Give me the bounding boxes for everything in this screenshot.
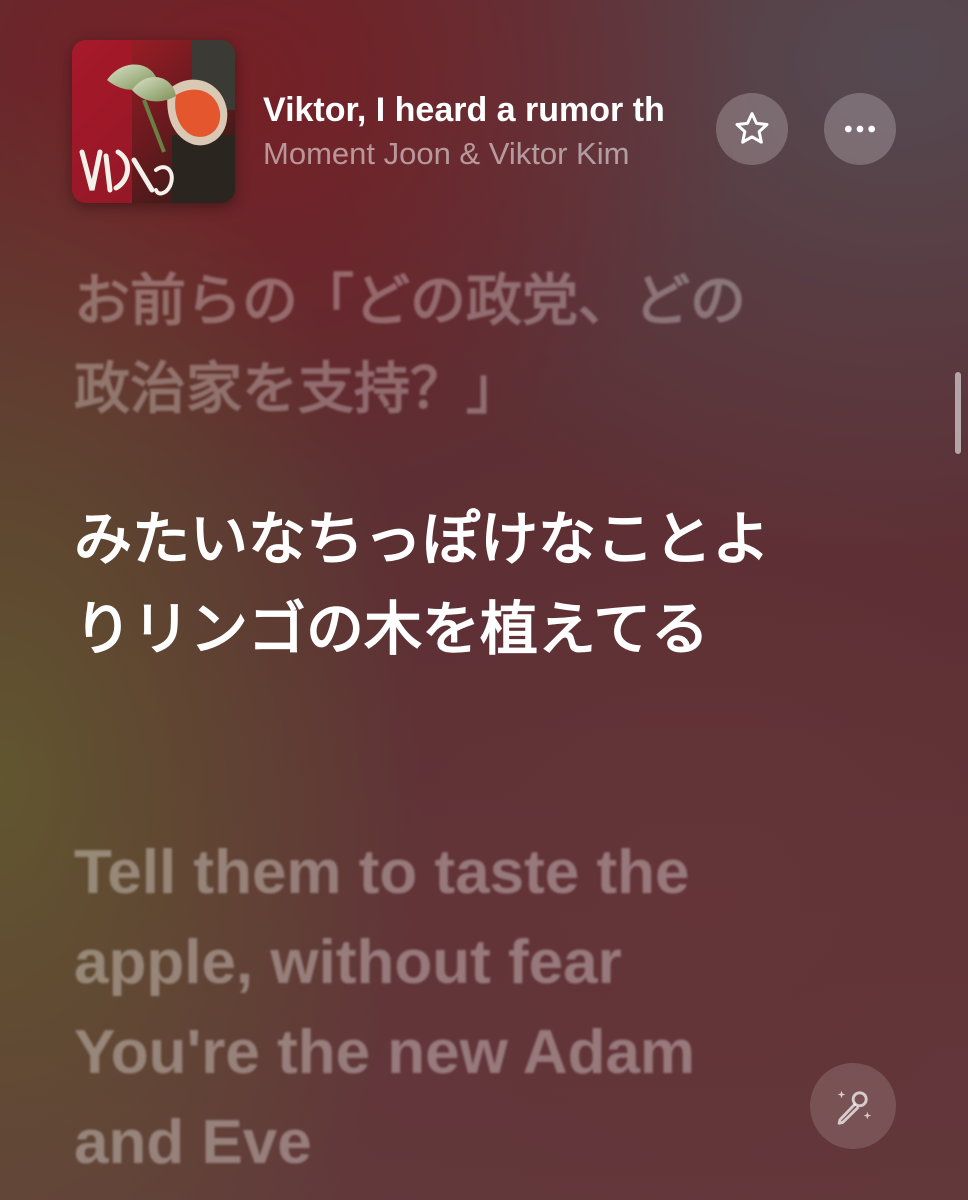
microphone-sparkle-icon bbox=[837, 1090, 872, 1125]
lyrics-view[interactable]: お前らの「どの政党、どの政治家を支持？」 みたいなちっぽけなことよりリンゴの木を… bbox=[0, 0, 968, 1200]
lyric-line-current[interactable]: みたいなちっぽけなことよりリンゴの木を植えてる bbox=[74, 494, 774, 674]
lyric-line-previous[interactable]: お前らの「どの政党、どの政治家を支持？」 bbox=[74, 258, 774, 434]
lyric-line-next[interactable]: Tell them to taste the apple, without fe… bbox=[74, 828, 754, 1188]
sing-button[interactable] bbox=[810, 1063, 896, 1149]
lyrics-scrollbar[interactable] bbox=[955, 372, 961, 454]
